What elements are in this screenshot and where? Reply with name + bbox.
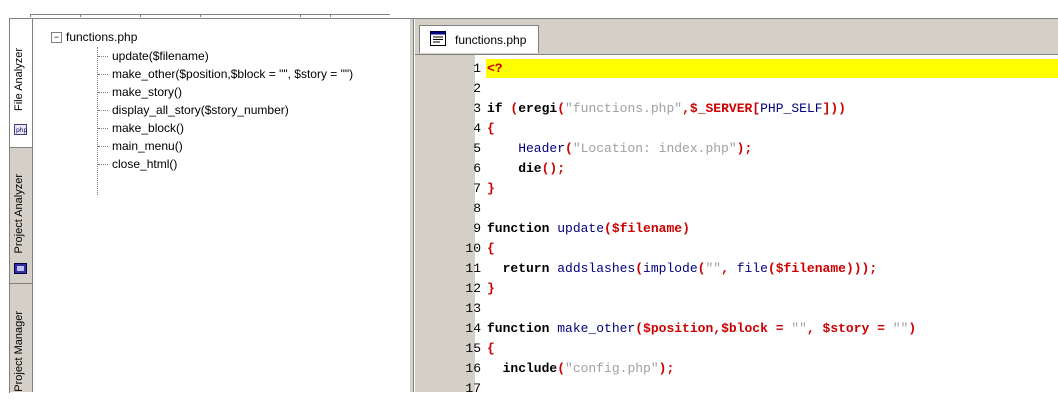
code-text: {	[487, 241, 495, 256]
tree-item-make-other[interactable]: make_other($position,$block = "", $story…	[98, 65, 353, 83]
code-text: <?	[487, 61, 503, 76]
tree-item-close-html[interactable]: close_html()	[98, 155, 177, 173]
line-number: 11	[465, 261, 481, 276]
code-line: 7}	[415, 179, 1058, 199]
tab-project-manager-label: Project Manager	[13, 311, 25, 392]
code-line: 15 {	[415, 339, 1058, 359]
code-line: 17	[415, 379, 1058, 399]
line-number: 14	[465, 321, 481, 336]
line-number: 13	[465, 301, 481, 316]
side-tab-divider	[32, 19, 33, 392]
tree-root-node[interactable]: − functions.php	[51, 29, 138, 45]
code-line: 6 die();	[415, 159, 1058, 179]
code-text: }	[487, 181, 495, 196]
tree-root-label: functions.php	[66, 30, 138, 44]
tree-item-make-block[interactable]: make_block()	[98, 119, 184, 137]
side-tab-strip: File Analyzer php Project Analyzer Proje…	[10, 19, 32, 392]
code-line: 1 <?	[415, 59, 1058, 79]
line-number: 4	[473, 121, 481, 136]
tree-item-label: make_story()	[112, 85, 183, 99]
code-line: 13	[415, 299, 1058, 319]
code-line: 4{	[415, 119, 1058, 139]
code-text: function update($filename)	[487, 221, 690, 236]
tab-file-analyzer[interactable]: File Analyzer php	[10, 19, 32, 148]
tree-item-make-story[interactable]: make_story()	[98, 83, 182, 101]
code-line: 8	[415, 199, 1058, 219]
tab-project-analyzer[interactable]: Project Analyzer	[10, 148, 32, 284]
code-text: return addslashes(implode("", file($file…	[487, 261, 878, 276]
line-number: 8	[473, 201, 481, 216]
tab-functions-php[interactable]: functions.php	[419, 25, 539, 53]
line-number: 9	[473, 221, 481, 236]
collapse-icon[interactable]: −	[51, 32, 62, 43]
code-line: 2	[415, 79, 1058, 99]
tree-item-display-all-story[interactable]: display_all_story($story_number)	[98, 101, 289, 119]
line-number: 12	[465, 281, 481, 296]
code-area[interactable]: 1 <? 2 3 if (eregi("functions.php",$_SERVER[…	[415, 55, 1058, 396]
code-text: die();	[487, 161, 566, 176]
tree-item-update[interactable]: update($filename)	[98, 47, 209, 65]
pane-splitter[interactable]	[409, 19, 414, 392]
function-tree: − functions.php update($filename) make_o…	[36, 19, 408, 392]
line-number: 5	[473, 141, 481, 156]
line-number: 6	[473, 161, 481, 176]
editor-tab-bar: functions.php	[415, 19, 1058, 55]
code-text: Header("Location: index.php");	[487, 141, 753, 156]
line-number: 10	[465, 241, 481, 256]
code-text: include("config.php");	[487, 361, 675, 376]
code-line: 11 return addslashes(implode("", file($f…	[415, 259, 1058, 279]
code-line: 5 Header("Location: index.php");	[415, 139, 1058, 159]
tab-project-manager[interactable]: Project Manager	[10, 284, 32, 392]
line-number: 7	[473, 181, 481, 196]
code-line: 10 {	[415, 239, 1058, 259]
tree-item-label: close_html()	[112, 157, 178, 171]
code-text: {	[487, 121, 495, 136]
code-text: {	[487, 341, 495, 356]
code-editor: functions.php 1 <? 2 3 if (eregi("functions.…	[415, 19, 1058, 396]
code-text: if (eregi("functions.php",$_SERVER[PHP_S…	[487, 101, 846, 116]
tree-item-main-menu[interactable]: main_menu()	[98, 137, 183, 155]
line-number: 16	[465, 361, 481, 376]
code-text: }	[487, 281, 495, 296]
tree-item-label: make_other($position,$block = "", $story…	[112, 67, 354, 81]
document-icon	[430, 31, 446, 46]
code-line: 16 include("config.php");	[415, 359, 1058, 379]
line-number: 2	[473, 81, 481, 96]
line-number: 3	[473, 101, 481, 116]
project-icon	[14, 261, 27, 274]
php-file-icon: php	[14, 122, 28, 135]
code-text: function make_other($position,$block = "…	[487, 321, 917, 336]
line-number: 17	[465, 381, 481, 396]
tree-item-label: make_block()	[112, 121, 185, 135]
code-line: 9 function update($filename)	[415, 219, 1058, 239]
tab-file-analyzer-label: File Analyzer	[13, 48, 25, 111]
tree-item-label: display_all_story($story_number)	[112, 103, 289, 117]
code-line: 12}	[415, 279, 1058, 299]
tree-item-label: update($filename)	[112, 49, 209, 63]
svg-text:php: php	[16, 127, 27, 134]
line-number: 1	[473, 61, 481, 76]
tab-project-analyzer-label: Project Analyzer	[13, 173, 25, 253]
code-line: 14 function make_other($position,$block =…	[415, 319, 1058, 339]
line-number: 15	[465, 341, 481, 356]
code-line: 3 if (eregi("functions.php",$_SERVER[PHP_…	[415, 99, 1058, 119]
editor-tab-label: functions.php	[455, 33, 527, 47]
tree-item-label: main_menu()	[112, 139, 183, 153]
